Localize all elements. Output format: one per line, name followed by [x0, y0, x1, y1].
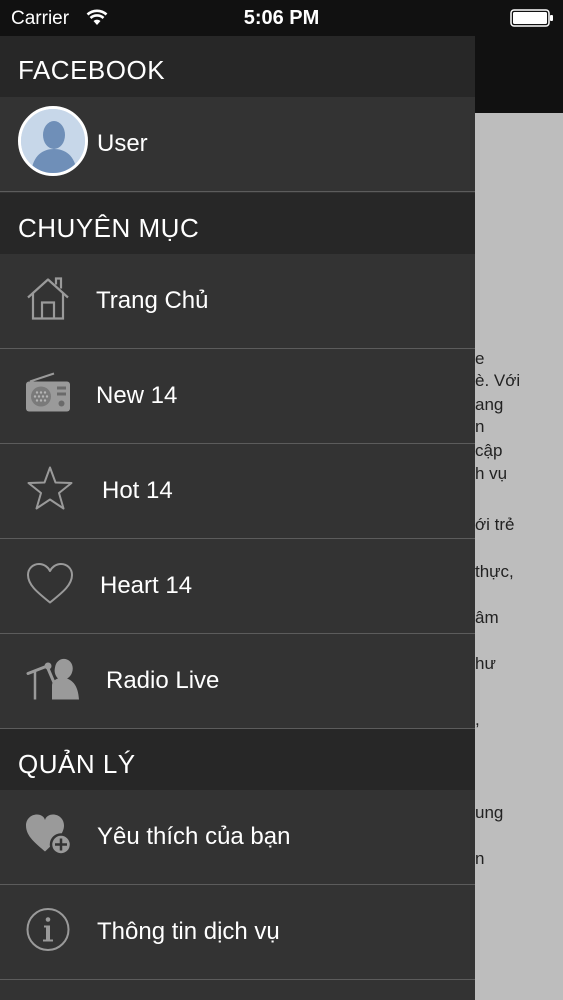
- content-text-line: è. Với: [475, 371, 521, 390]
- content-text-line: ,: [475, 710, 480, 729]
- content-text-line: e: [475, 349, 485, 368]
- menu-item-trang-chu[interactable]: Trang Chủ: [0, 254, 475, 349]
- star-icon: [26, 466, 74, 517]
- menu-item-label: Yêu thích của bạn: [97, 823, 291, 850]
- menu-item-label: New 14: [96, 382, 178, 409]
- radio-icon: [24, 372, 72, 421]
- content-text-line: âm: [475, 608, 499, 627]
- section-header-facebook: FACEBOOK: [0, 36, 475, 97]
- content-text-line: h vụ: [475, 464, 508, 483]
- menu-item-heart-14[interactable]: Heart 14: [0, 539, 475, 634]
- heart-add-icon: [24, 812, 74, 863]
- content-text-line: ung: [475, 803, 504, 822]
- heart-icon: [25, 562, 75, 611]
- section-header-categories: CHUYÊN MỤC: [0, 193, 475, 254]
- content-text-line: cập: [475, 441, 503, 460]
- menu-item-label: Thông tin dịch vụ: [97, 918, 280, 945]
- content-text-line: n: [475, 849, 485, 868]
- side-drawer-menu: FACEBOOK User CHUYÊN MỤC Trang Chủ New 1…: [0, 36, 475, 1000]
- menu-item-favorites[interactable]: Yêu thích của bạn: [0, 790, 475, 885]
- status-time: 5:06 PM: [243, 7, 320, 29]
- menu-item-label: Radio Live: [106, 667, 220, 694]
- home-icon: [24, 275, 72, 328]
- facebook-user-row[interactable]: User: [0, 97, 475, 192]
- menu-item-hot-14[interactable]: Hot 14: [0, 444, 475, 539]
- content-text-line: hư: [475, 654, 496, 673]
- main-content-area[interactable]: e è. Với ang n cập h vụ ới trẻ thực, âm …: [475, 113, 563, 1000]
- menu-item-new-14[interactable]: New 14: [0, 349, 475, 444]
- microphone-singer-icon: [24, 656, 80, 707]
- menu-item-radio-live[interactable]: Radio Live: [0, 634, 475, 729]
- menu-item-label: Trang Chủ: [96, 287, 209, 314]
- avatar-silhouette-icon: [18, 106, 88, 176]
- battery-icon: [510, 9, 554, 32]
- content-text-line: ới trẻ: [475, 515, 515, 534]
- section-header-manage: QUẢN LÝ: [0, 729, 475, 790]
- menu-item-label: Heart 14: [100, 572, 193, 599]
- menu-item-label: Hot 14: [102, 477, 173, 504]
- info-icon: [25, 907, 71, 958]
- menu-item-service-info[interactable]: Thông tin dịch vụ: [0, 885, 475, 980]
- content-text-line: thực,: [475, 562, 514, 581]
- content-text-line: n: [475, 417, 485, 436]
- status-bar: Carrier 5:06 PM: [0, 0, 563, 36]
- user-name-label: User: [97, 130, 148, 157]
- content-text-line: ang: [475, 395, 504, 414]
